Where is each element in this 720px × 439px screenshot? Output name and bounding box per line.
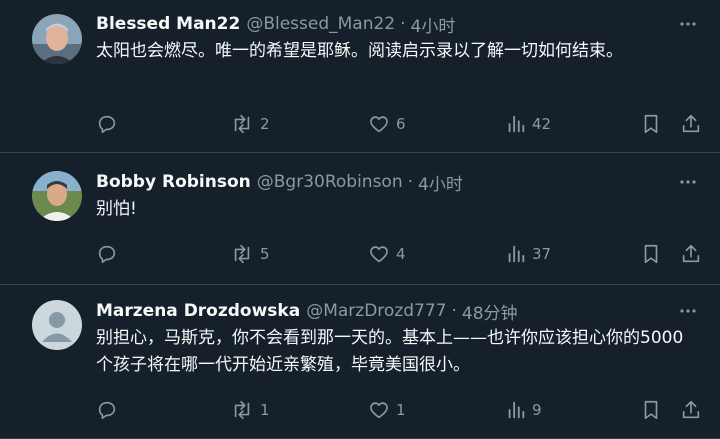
like-count: 6	[396, 115, 406, 133]
share-button[interactable]	[680, 113, 702, 135]
views-icon	[508, 245, 525, 263]
bookmark-button[interactable]	[640, 399, 662, 421]
bookmark-icon	[644, 114, 658, 134]
like-button[interactable]: 4	[368, 243, 406, 265]
views-button[interactable]: 42	[506, 113, 551, 135]
tweet-text: 别怕!	[96, 199, 137, 219]
views-icon	[508, 401, 525, 419]
like-button[interactable]: 6	[368, 113, 406, 135]
author-name[interactable]: Blessed Man22	[96, 14, 240, 34]
retweet-count: 2	[260, 115, 270, 133]
view-count: 42	[532, 115, 552, 133]
avatar[interactable]	[32, 171, 82, 221]
default-avatar-icon	[32, 300, 82, 350]
like-button[interactable]: 1	[368, 399, 406, 421]
timestamp[interactable]: 48分钟	[462, 299, 518, 324]
retweet-count: 1	[260, 401, 270, 419]
tweet-text: 太阳也会燃尽。唯一的希望是耶稣。阅读启示录以了解一切如何结束。	[96, 41, 623, 61]
separator-dot: ·	[400, 14, 406, 34]
share-icon	[682, 244, 700, 263]
bookmark-icon	[644, 244, 658, 264]
like-count: 1	[396, 401, 406, 419]
author-handle[interactable]: @Blessed_Man22	[246, 14, 395, 34]
user-photo-icon	[32, 14, 82, 64]
reply-button[interactable]	[96, 243, 124, 265]
reply-button[interactable]	[96, 113, 124, 135]
heart-icon	[370, 116, 388, 133]
tweet[interactable]: Bobby Robinson @Bgr30Robinson · 4小时 别怕! …	[0, 153, 720, 285]
heart-icon	[370, 246, 388, 263]
retweet-icon	[234, 400, 250, 420]
author-name[interactable]: Marzena Drozdowska	[96, 301, 300, 321]
tweet[interactable]: Marzena Drozdowska @MarzDrozd777 · 48分钟 …	[0, 285, 720, 439]
timestamp[interactable]: 4小时	[418, 170, 463, 195]
user-photo-icon	[32, 171, 82, 221]
author-handle[interactable]: @Bgr30Robinson	[257, 172, 403, 192]
retweet-button[interactable]: 5	[230, 243, 270, 265]
author-name[interactable]: Bobby Robinson	[96, 172, 251, 192]
share-button[interactable]	[680, 243, 702, 265]
views-icon	[508, 115, 525, 133]
retweet-button[interactable]: 1	[230, 399, 270, 421]
avatar[interactable]	[32, 300, 82, 350]
like-count: 4	[396, 245, 406, 263]
reply-icon	[98, 401, 116, 420]
tweet-header: Blessed Man22 @Blessed_Man22 · 4小时	[96, 12, 700, 37]
retweet-button[interactable]: 2	[230, 113, 270, 135]
bookmark-icon	[644, 400, 658, 420]
avatar[interactable]	[32, 14, 82, 64]
reply-button[interactable]	[96, 399, 124, 421]
tweet-header: Marzena Drozdowska @MarzDrozd777 · 48分钟	[96, 299, 700, 324]
bookmark-button[interactable]	[640, 243, 662, 265]
retweet-icon	[234, 244, 250, 264]
action-bar: 2 6 42	[96, 112, 700, 136]
reply-icon	[98, 115, 116, 134]
action-bar: 5 4 37	[96, 242, 700, 266]
view-count: 9	[532, 401, 542, 419]
more-options-icon[interactable]	[676, 299, 700, 323]
bookmark-button[interactable]	[640, 113, 662, 135]
separator-dot: ·	[407, 172, 414, 192]
retweet-icon	[234, 114, 250, 134]
author-handle[interactable]: @MarzDrozd777	[306, 301, 446, 321]
more-options-icon[interactable]	[676, 170, 700, 194]
tweet-header: Bobby Robinson @Bgr30Robinson · 4小时	[96, 170, 700, 195]
share-button[interactable]	[680, 399, 702, 421]
tweet[interactable]: Blessed Man22 @Blessed_Man22 · 4小时 太阳也会燃…	[0, 0, 720, 153]
reply-icon	[98, 245, 116, 264]
tweet-text: 别担心，马斯克，你不会看到那一天的。基本上——也许你应该担心你的5000个孩子将…	[96, 328, 684, 375]
share-icon	[682, 114, 700, 133]
separator-dot: ·	[451, 301, 457, 321]
views-button[interactable]: 37	[506, 243, 551, 265]
timestamp[interactable]: 4小时	[411, 12, 456, 37]
heart-icon	[370, 402, 388, 419]
share-icon	[682, 400, 700, 419]
action-bar: 1 1 9	[96, 398, 700, 422]
views-button[interactable]: 9	[506, 399, 542, 421]
more-options-icon[interactable]	[676, 12, 700, 36]
view-count: 37	[532, 245, 552, 263]
retweet-count: 5	[260, 245, 270, 263]
